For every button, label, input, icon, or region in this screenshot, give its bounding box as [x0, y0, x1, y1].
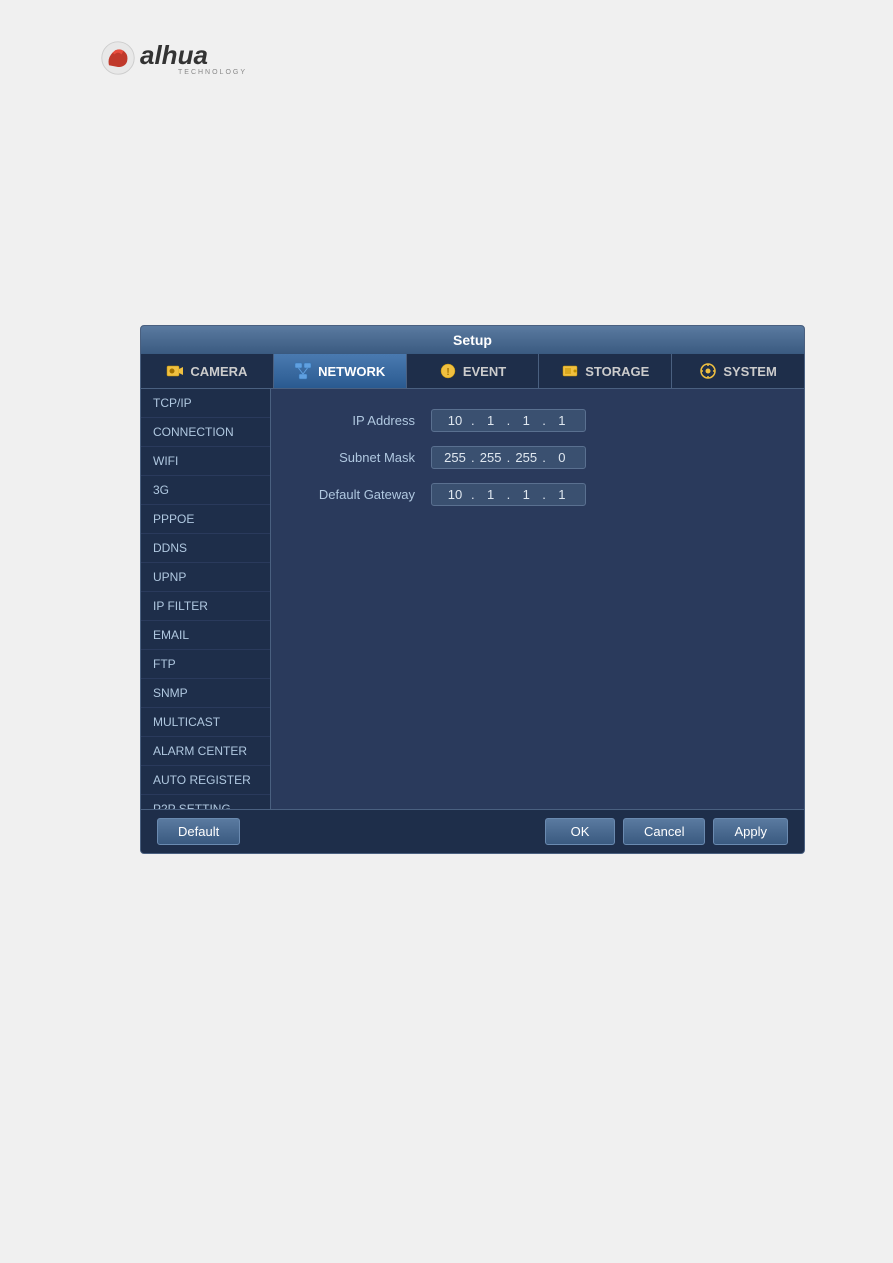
dialog-title: Setup — [141, 326, 804, 354]
ip-address-part4[interactable] — [547, 413, 577, 428]
default-gateway-label: Default Gateway — [295, 487, 415, 502]
logo-icon — [100, 40, 136, 76]
sidebar-item-snmp[interactable]: SNMP — [141, 679, 270, 708]
sidebar-item-multicast[interactable]: MULTICAST — [141, 708, 270, 737]
gateway-part2[interactable] — [476, 487, 506, 502]
sidebar-item-ddns[interactable]: DDNS — [141, 534, 270, 563]
sidebar-item-connection[interactable]: CONNECTION — [141, 418, 270, 447]
sidebar-item-3g[interactable]: 3G — [141, 476, 270, 505]
dialog-footer: Default OK Cancel Apply — [141, 809, 804, 853]
default-button[interactable]: Default — [157, 818, 240, 845]
footer-left: Default — [157, 818, 240, 845]
subnet-mask-part4[interactable] — [547, 450, 577, 465]
logo-box: alhua TECHNOLOGY — [100, 40, 247, 76]
default-gateway-row: Default Gateway . . . — [295, 483, 780, 506]
cancel-button[interactable]: Cancel — [623, 818, 705, 845]
footer-right: OK Cancel Apply — [545, 818, 788, 845]
ip-address-part1[interactable] — [440, 413, 470, 428]
ip-address-part3[interactable] — [511, 413, 541, 428]
logo-area: alhua TECHNOLOGY — [100, 40, 247, 76]
ip-address-label: IP Address — [295, 413, 415, 428]
default-gateway-input-group[interactable]: . . . — [431, 483, 586, 506]
dialog-body: TCP/IP CONNECTION WIFI 3G PPPOE DDNS UPN… — [141, 389, 804, 809]
sidebar-item-p2psetting[interactable]: P2P SETTING — [141, 795, 270, 809]
tab-network-label: NETWORK — [318, 364, 385, 379]
gateway-part4[interactable] — [547, 487, 577, 502]
sidebar-item-alarmcenter[interactable]: ALARM CENTER — [141, 737, 270, 766]
subnet-mask-part2[interactable] — [476, 450, 506, 465]
sidebar-item-tcpip[interactable]: TCP/IP — [141, 389, 270, 418]
tab-network[interactable]: NETWORK — [274, 354, 407, 388]
sidebar-item-email[interactable]: EMAIL — [141, 621, 270, 650]
svg-text:!: ! — [446, 367, 449, 378]
network-icon — [294, 362, 312, 380]
sidebar-item-ipfilter[interactable]: IP FILTER — [141, 592, 270, 621]
subnet-mask-row: Subnet Mask . . . — [295, 446, 780, 469]
sidebar-item-pppoe[interactable]: PPPOE — [141, 505, 270, 534]
gateway-part3[interactable] — [511, 487, 541, 502]
ip-address-part2[interactable] — [476, 413, 506, 428]
sidebar-item-autoregister[interactable]: AUTO REGISTER — [141, 766, 270, 795]
camera-icon — [166, 362, 184, 380]
tab-storage[interactable]: STORAGE — [539, 354, 672, 388]
subnet-mask-part3[interactable] — [511, 450, 541, 465]
subnet-mask-input-group[interactable]: . . . — [431, 446, 586, 469]
system-icon — [699, 362, 717, 380]
tab-storage-label: STORAGE — [585, 364, 649, 379]
tab-event[interactable]: ! EVENT — [407, 354, 540, 388]
ok-button[interactable]: OK — [545, 818, 615, 845]
logo-text: alhua — [140, 40, 247, 71]
sidebar: TCP/IP CONNECTION WIFI 3G PPPOE DDNS UPN… — [141, 389, 271, 809]
event-icon: ! — [439, 362, 457, 380]
ip-address-row: IP Address . . . — [295, 409, 780, 432]
tab-camera[interactable]: CAMERA — [141, 354, 274, 388]
content-area: IP Address . . . Subnet Mask . — [271, 389, 804, 809]
tab-event-label: EVENT — [463, 364, 506, 379]
tab-camera-label: CAMERA — [190, 364, 247, 379]
setup-dialog: Setup CAMERA NETWORK ! — [140, 325, 805, 854]
storage-icon — [561, 362, 579, 380]
subnet-mask-label: Subnet Mask — [295, 450, 415, 465]
ip-address-input-group[interactable]: . . . — [431, 409, 586, 432]
subnet-mask-part1[interactable] — [440, 450, 470, 465]
tab-system-label: SYSTEM — [723, 364, 776, 379]
tab-system[interactable]: SYSTEM — [672, 354, 804, 388]
logo-subtext: TECHNOLOGY — [178, 69, 247, 76]
apply-button[interactable]: Apply — [713, 818, 788, 845]
dialog-tabs: CAMERA NETWORK ! EVENT — [141, 354, 804, 389]
sidebar-item-upnp[interactable]: UPNP — [141, 563, 270, 592]
gateway-part1[interactable] — [440, 487, 470, 502]
sidebar-item-ftp[interactable]: FTP — [141, 650, 270, 679]
sidebar-item-wifi[interactable]: WIFI — [141, 447, 270, 476]
